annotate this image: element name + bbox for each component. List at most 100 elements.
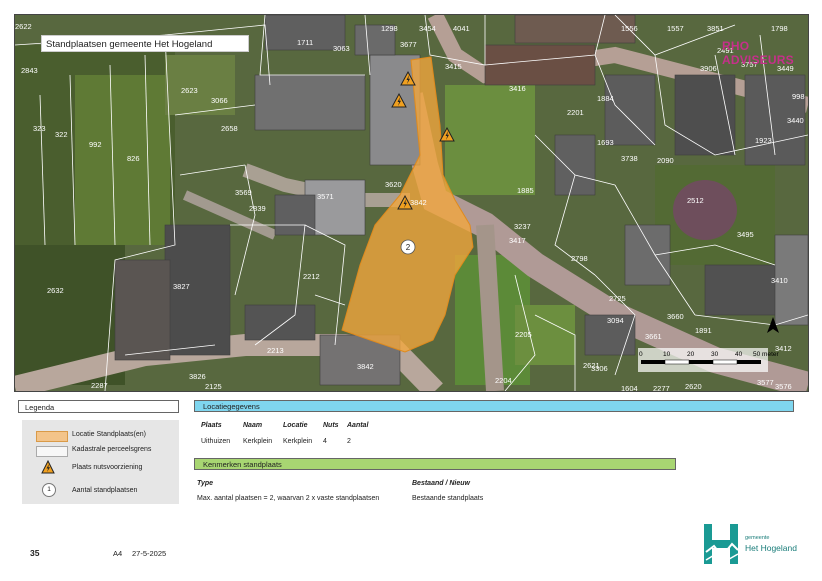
parcel-number: 322 [55, 130, 68, 139]
parcel-number: 2205 [515, 330, 532, 339]
parcel-number: 4041 [453, 24, 470, 33]
parcel-number: 3066 [211, 96, 228, 105]
parcel-number: 1604 [621, 384, 638, 391]
location-header-plaats: Plaats [201, 422, 222, 429]
features-section-title: Kenmerken standplaats [194, 458, 676, 470]
map-title: Standplaatsen gemeente Het Hogeland [41, 35, 249, 52]
parcel-number: 3577 [757, 378, 774, 387]
parcel-number: 3454 [419, 24, 436, 33]
scale-bar: 0 10 20 30 40 50 meter [638, 348, 779, 372]
parcel-number: 2798 [571, 254, 588, 263]
parcel-number: 2839 [249, 204, 266, 213]
count-circle-icon: 1 [42, 483, 56, 497]
parcel-number: 3416 [509, 84, 526, 93]
parcel-number: 1693 [597, 138, 614, 147]
parcel-number: 3094 [607, 316, 624, 325]
municipality-name: gemeente Het Hogeland [745, 533, 797, 553]
location-header-naam: Naam [243, 422, 263, 429]
parcel-number: 2843 [21, 66, 38, 75]
parcel-number: 2204 [495, 376, 512, 385]
legend-label: Aantal standplaatsen [72, 487, 138, 494]
parcel-number: 3410 [771, 276, 788, 285]
parcel-number: 3660 [667, 312, 684, 321]
legend-title: Legenda [18, 400, 179, 413]
features-header-type: Type [197, 480, 214, 487]
legend-label: Plaats nutsvoorziening [72, 464, 143, 471]
parcel-number: 2512 [687, 196, 704, 205]
parcel-number: 2213 [267, 346, 284, 355]
location-aantal: 2 [347, 438, 351, 445]
location-header-nuts: Nuts [323, 422, 339, 429]
brand-logo-text: RHO ADVISEURS [722, 39, 794, 67]
parcel-number: 1798 [771, 24, 788, 33]
parcel-number: 2623 [181, 86, 198, 95]
parcel-number: 3063 [333, 44, 350, 53]
parcel-number: 1885 [517, 186, 534, 195]
parcel-number: 1298 [381, 24, 398, 33]
parcel-number: 2212 [303, 272, 320, 281]
legend-label: Kadastrale perceelsgrens [72, 446, 152, 453]
parcel-number: 3842 [357, 362, 374, 371]
parcel-number: 3620 [385, 180, 402, 189]
municipality-prefix: gemeente [745, 535, 770, 541]
parcel-number: 1711 [297, 38, 313, 47]
parcel-number: 3738 [621, 154, 638, 163]
parcel-number: 323 [33, 124, 46, 133]
svg-text:2: 2 [406, 243, 411, 252]
parcel-number: 2632 [47, 286, 64, 295]
parcel-number: 3415 [445, 62, 462, 71]
parcel-number: 3827 [173, 282, 190, 291]
parcel-number: 2125 [205, 382, 222, 391]
parcel-number: 2277 [653, 384, 670, 391]
location-header-aantal: Aantal [347, 422, 369, 429]
parcel-number: 1884 [597, 94, 614, 103]
aerial-map[interactable]: 01020304050 meter 2622247024712843323322… [14, 14, 809, 392]
features-header-status: Bestaand / Nieuw [412, 480, 470, 487]
parcel-line-icon [36, 446, 68, 457]
features-status: Bestaande standplaats [412, 495, 484, 502]
paper-size: A4 [113, 549, 123, 558]
document-date: 27-5-2025 [132, 549, 167, 558]
location-naam: Kerkplein [243, 438, 273, 445]
parcel-number: 992 [89, 140, 102, 149]
map-canvas: 01020304050 meter 2622247024712843323322… [15, 15, 808, 391]
parcel-number: 1891 [695, 326, 712, 335]
legend-panel: Locatie Standplaats(en) Kadastrale perce… [22, 420, 179, 504]
parcel-number: 3571 [317, 192, 334, 201]
page-number: 35 [30, 548, 40, 558]
warning-triangle-icon [41, 460, 55, 474]
scale-tick-label: 30 [711, 351, 719, 358]
parcel-number: 1923 [755, 136, 772, 145]
scale-tick-label: 20 [687, 351, 695, 358]
parcel-number: 2287 [91, 381, 108, 390]
parcel-number: 3851 [707, 24, 724, 33]
parcel-number: 2090 [657, 156, 674, 165]
municipality-label: Het Hogeland [745, 543, 797, 553]
parcel-number: 3440 [787, 116, 804, 125]
parcel-number: 1556 [621, 24, 638, 33]
municipality-logo-icon [702, 522, 742, 566]
parcel-number: 3576 [775, 382, 792, 391]
parcel-number: 3412 [775, 344, 792, 353]
parcel-number: 3826 [189, 372, 206, 381]
capacity-marker[interactable]: 2 [400, 239, 416, 255]
scale-tick-label: 40 [735, 351, 743, 358]
parcel-number: 3906 [700, 64, 717, 73]
parcel-number: 3842 [410, 198, 427, 207]
location-section-title: Locatiegegevens [194, 400, 794, 412]
features-type: Max. aantal plaatsen = 2, waarvan 2 x va… [197, 495, 380, 502]
parcel-number: 3306 [591, 364, 608, 373]
parcel-number: 826 [127, 154, 140, 163]
location-header-locatie: Locatie [283, 422, 308, 429]
parcel-number: 3661 [645, 332, 662, 341]
scale-tick-label: 10 [663, 351, 671, 358]
parcel-number: 3677 [400, 40, 417, 49]
orange-square-icon [36, 431, 68, 442]
parcel-number: 3569 [235, 188, 252, 197]
parcel-number: 1557 [667, 24, 684, 33]
parcel-number: 2725 [609, 294, 626, 303]
parcel-number: 3417 [509, 236, 526, 245]
scale-tick-label: 0 [639, 351, 643, 358]
parcel-number: 998 [792, 92, 805, 101]
parcel-number: 2620 [685, 382, 702, 391]
